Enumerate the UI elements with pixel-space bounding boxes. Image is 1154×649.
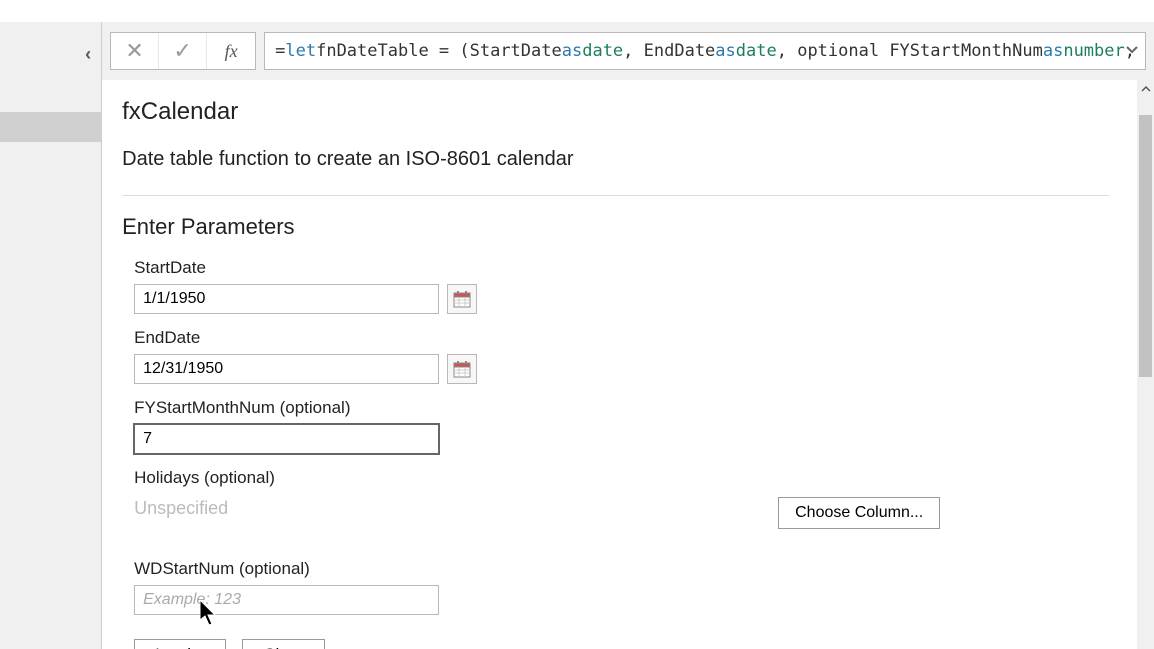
wd-start-label: WDStartNum (optional) bbox=[134, 559, 1154, 579]
scroll-thumb[interactable] bbox=[1139, 115, 1152, 377]
start-date-label: StartDate bbox=[134, 258, 1154, 278]
keyword-as: as bbox=[562, 41, 582, 61]
formula-bar: ✕ ✓ fx = let fnDateTable = (StartDate as… bbox=[102, 22, 1154, 80]
query-list-item[interactable] bbox=[0, 112, 112, 142]
end-date-calendar-button[interactable] bbox=[447, 354, 477, 384]
commit-formula-icon[interactable]: ✓ bbox=[159, 33, 207, 69]
holidays-unspecified: Unspecified bbox=[134, 494, 1154, 519]
start-date-input[interactable] bbox=[134, 284, 439, 314]
fx-icon[interactable]: fx bbox=[207, 33, 255, 69]
wd-start-input[interactable] bbox=[134, 585, 439, 615]
cancel-formula-icon[interactable]: ✕ bbox=[111, 33, 159, 69]
end-date-input[interactable] bbox=[134, 354, 439, 384]
formula-text: = bbox=[275, 41, 285, 61]
keyword-as: as bbox=[715, 41, 735, 61]
calendar-icon bbox=[453, 290, 471, 308]
formula-input[interactable]: = let fnDateTable = (StartDate as date ,… bbox=[264, 32, 1146, 70]
keyword-as: as bbox=[1043, 41, 1063, 61]
end-date-label: EndDate bbox=[134, 328, 1154, 348]
ribbon-placeholder bbox=[0, 0, 1154, 22]
formula-text: , EndDate bbox=[623, 41, 715, 61]
enter-parameters-heading: Enter Parameters bbox=[122, 214, 1154, 240]
function-description: Date table function to create an ISO-860… bbox=[122, 148, 1109, 196]
formula-text: , optional FYStartMonthNum bbox=[777, 41, 1043, 61]
fy-start-label: FYStartMonthNum (optional) bbox=[134, 398, 1154, 418]
collapse-chevron-icon[interactable]: ‹ bbox=[85, 44, 91, 65]
type-number: number bbox=[1063, 41, 1124, 61]
invoke-button[interactable]: Invoke bbox=[134, 639, 226, 649]
fy-start-input[interactable] bbox=[134, 424, 439, 454]
choose-column-button[interactable]: Choose Column... bbox=[778, 497, 940, 529]
clear-button[interactable]: Clear bbox=[242, 639, 325, 649]
scroll-up-icon[interactable] bbox=[1137, 80, 1154, 97]
function-name: fxCalendar bbox=[122, 98, 1154, 126]
queries-pane: ‹ bbox=[0, 22, 102, 649]
formula-text: fnDateTable = (StartDate bbox=[316, 41, 562, 61]
type-date: date bbox=[582, 41, 623, 61]
holidays-label: Holidays (optional) bbox=[134, 468, 1154, 488]
calendar-icon bbox=[453, 360, 471, 378]
type-date: date bbox=[736, 41, 777, 61]
expand-formula-icon[interactable] bbox=[1125, 41, 1139, 61]
keyword-let: let bbox=[285, 41, 316, 61]
content-area: fxCalendar Date table function to create… bbox=[102, 80, 1154, 649]
vertical-scrollbar[interactable] bbox=[1137, 80, 1154, 649]
start-date-calendar-button[interactable] bbox=[447, 284, 477, 314]
